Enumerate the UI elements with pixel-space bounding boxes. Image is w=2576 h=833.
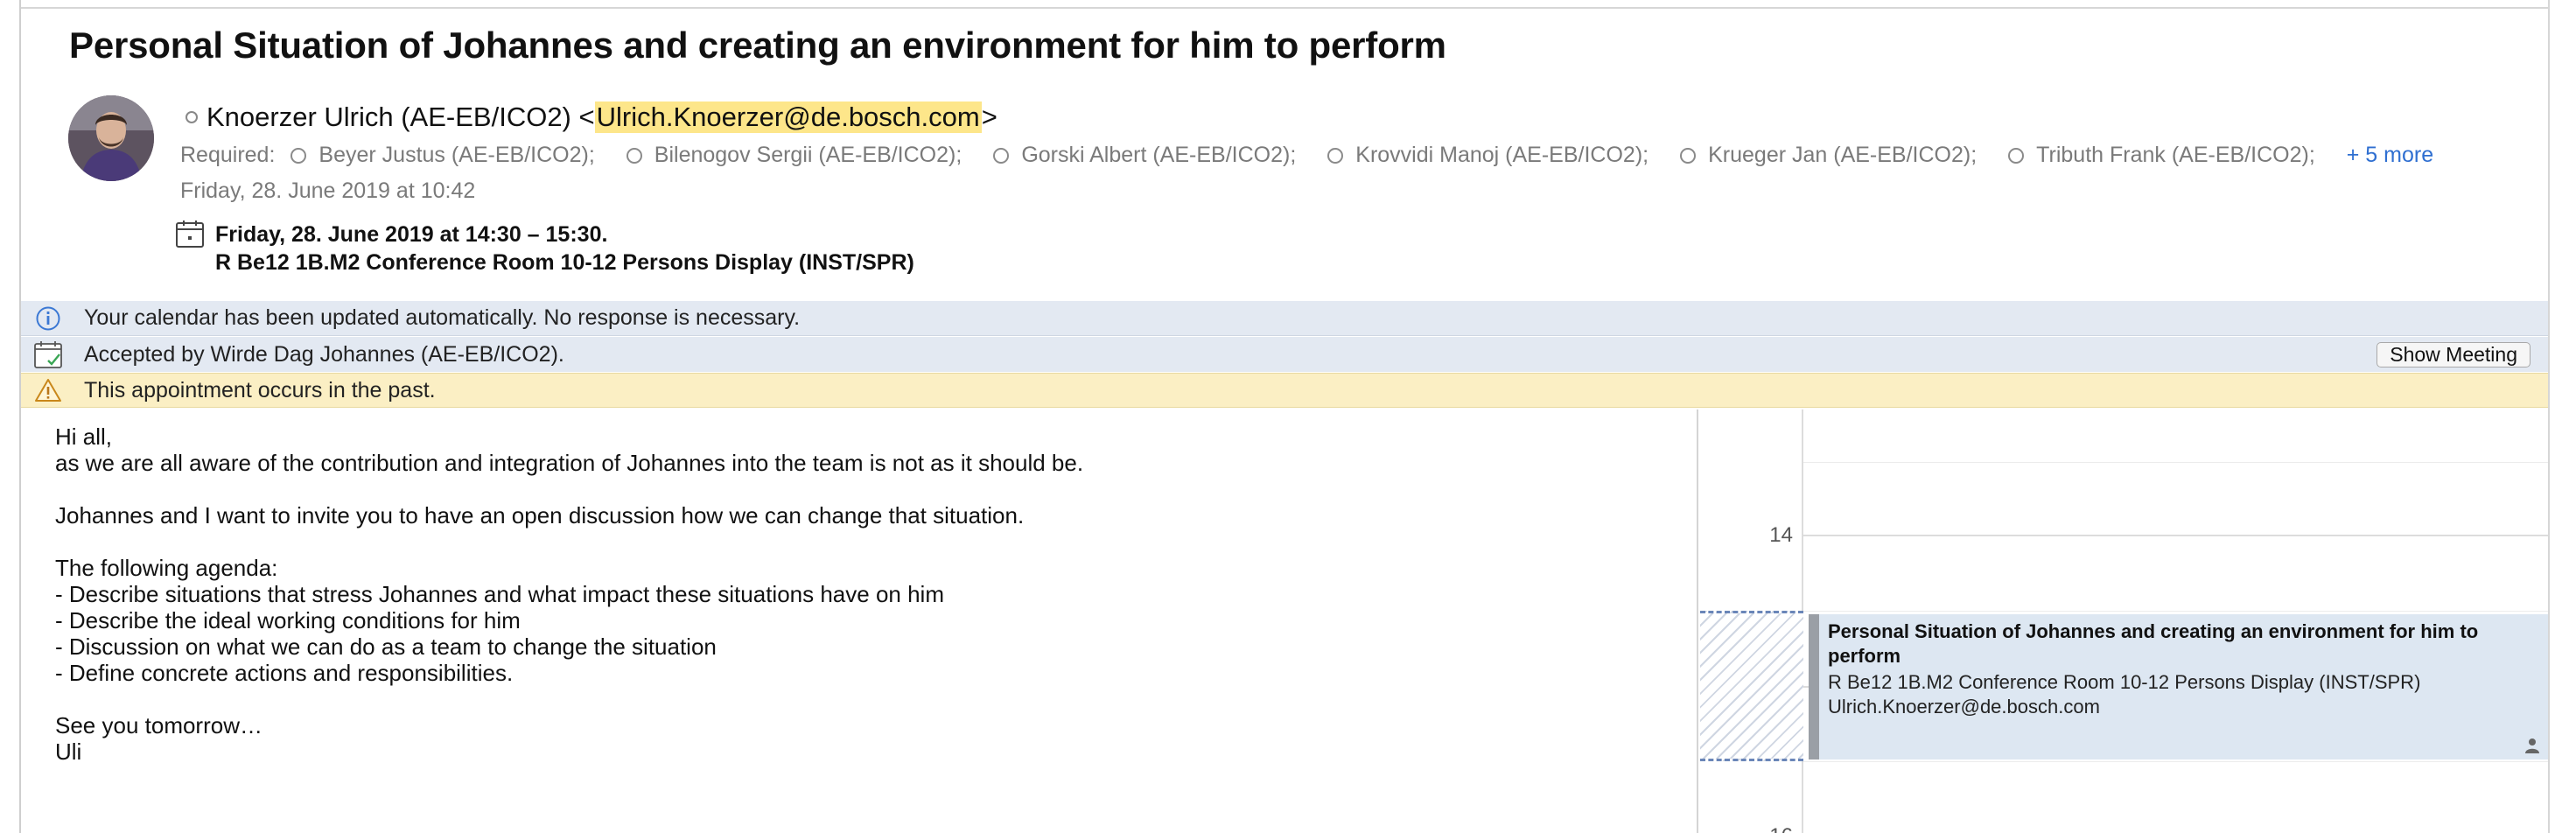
event-time-marker	[1700, 611, 1803, 761]
more-attendees-link[interactable]: + 5 more	[2347, 143, 2433, 168]
meeting-location: R Be12 1B.M2 Conference Room 10-12 Perso…	[215, 250, 914, 275]
event-title: Personal Situation of Johannes and creat…	[1828, 620, 2479, 667]
sender-line: Knoerzer Ulrich (AE-EB/ICO2) < Ulrich.Kno…	[186, 102, 998, 133]
half-hour-line	[1803, 611, 2548, 612]
required-attendees-row: Required: Beyer Justus (AE-EB/ICO2); Bil…	[180, 143, 2433, 168]
attendee-status-icon	[626, 147, 642, 164]
info-banner: Your calendar has been updated automatic…	[21, 301, 2548, 336]
event-organizer: Ulrich.Knoerzer@de.bosch.com	[1828, 696, 2100, 718]
attendee[interactable]: Gorski Albert (AE-EB/ICO2);	[993, 143, 1296, 168]
attendee-status-icon	[1680, 147, 1697, 164]
sender-email-close: >	[981, 102, 998, 132]
half-hour-line	[1803, 462, 2548, 463]
hour-label: 16	[1698, 824, 1793, 833]
attendee-name: Tributh Frank (AE-EB/ICO2);	[2036, 143, 2315, 167]
sender-name[interactable]: Knoerzer Ulrich (AE-EB/ICO2)	[206, 102, 571, 133]
sent-date: Friday, 28. June 2019 at 10:42	[180, 178, 476, 203]
event-color-bar	[1809, 614, 1819, 760]
hour-line	[1803, 535, 2548, 536]
sender-avatar[interactable]	[68, 95, 154, 181]
past-warning-banner: This appointment occurs in the past.	[21, 373, 2548, 408]
hour-label: 14	[1769, 523, 1793, 547]
attendee-name: Krueger Jan (AE-EB/ICO2);	[1708, 143, 1978, 167]
half-hour-line	[1803, 761, 2548, 762]
attendee[interactable]: Bilenogov Sergii (AE-EB/ICO2);	[626, 143, 962, 168]
calendar-preview[interactable]: 14 15 16 Personal Situation of Johannes …	[1697, 410, 2548, 833]
sender-email[interactable]: Ulrich.Knoerzer@de.bosch.com	[594, 102, 982, 133]
person-icon	[2525, 738, 2539, 753]
meeting-time: Friday, 28. June 2019 at 14:30 – 15:30.	[215, 222, 608, 247]
sender-email-open: <	[578, 102, 595, 132]
warning-icon	[32, 374, 65, 407]
attendee-status-icon	[2008, 147, 2025, 164]
info-icon	[32, 302, 65, 335]
attendee-name: Krovvidi Manoj (AE-EB/ICO2);	[1355, 143, 1649, 167]
attendee-name: Bilenogov Sergii (AE-EB/ICO2);	[654, 143, 962, 167]
avatar-photo	[68, 95, 154, 181]
header-top-divider	[21, 7, 2548, 9]
event-location: R Be12 1B.M2 Conference Room 10-12 Perso…	[1828, 671, 2421, 693]
attendee-status-icon	[290, 147, 307, 164]
info-banner-text: Your calendar has been updated automatic…	[84, 305, 801, 330]
calendar-event[interactable]: Personal Situation of Johannes and creat…	[1809, 614, 2548, 760]
accepted-banner-text: Accepted by Wirde Dag Johannes (AE-EB/IC…	[84, 341, 564, 367]
window-left-border	[19, 0, 21, 833]
presence-status-icon	[186, 111, 198, 123]
accepted-banner: Accepted by Wirde Dag Johannes (AE-EB/IC…	[21, 337, 2548, 372]
attendee[interactable]: Beyer Justus (AE-EB/ICO2);	[290, 143, 595, 168]
attendee-name: Gorski Albert (AE-EB/ICO2);	[1021, 143, 1297, 167]
message-subject: Personal Situation of Johannes and creat…	[69, 24, 1446, 66]
window-right-border	[2548, 0, 2550, 833]
attendee-status-icon	[1327, 147, 1344, 164]
attendee[interactable]: Krueger Jan (AE-EB/ICO2);	[1680, 143, 1977, 168]
show-meeting-button[interactable]: Show Meeting	[2376, 342, 2530, 368]
required-label: Required:	[180, 143, 276, 167]
calendar-check-icon	[32, 338, 65, 371]
attendee-status-icon	[993, 147, 1010, 164]
attendee[interactable]: Krovvidi Manoj (AE-EB/ICO2);	[1327, 143, 1648, 168]
calendar-icon	[176, 220, 204, 248]
past-warning-text: This appointment occurs in the past.	[84, 377, 436, 402]
message-body: Hi all, as we are all aware of the contr…	[55, 424, 1084, 765]
attendee-name: Beyer Justus (AE-EB/ICO2);	[318, 143, 595, 167]
attendee[interactable]: Tributh Frank (AE-EB/ICO2);	[2008, 143, 2315, 168]
